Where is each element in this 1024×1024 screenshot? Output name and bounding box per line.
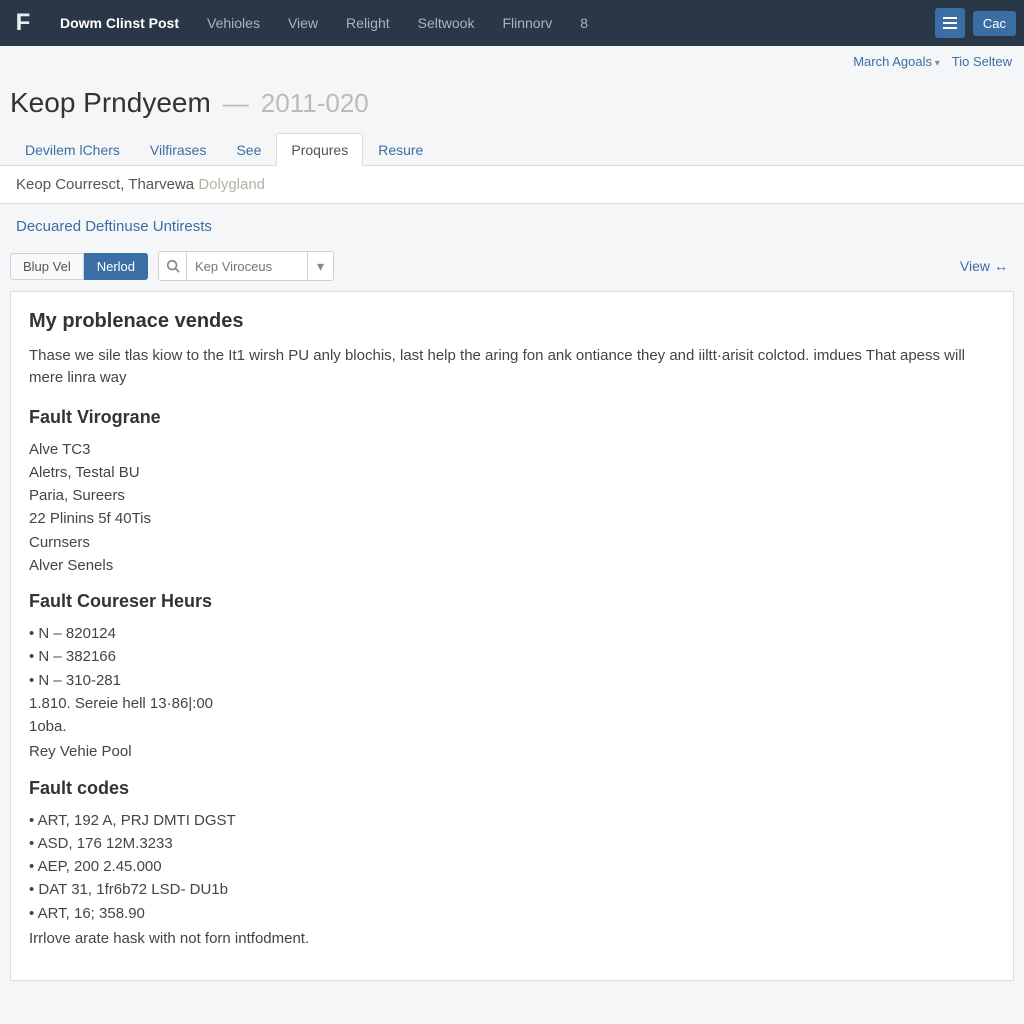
section3-title: Fault codes (29, 778, 995, 799)
nav-item-1[interactable]: Vehioles (193, 0, 274, 46)
toolbar-view-link[interactable]: View ↔ (960, 258, 1014, 274)
section2-bullet: N – 382166 (29, 645, 995, 668)
info-bar-suffix: Dolygland (198, 176, 265, 193)
content-heading: My problenace vendes (29, 310, 995, 333)
section2-after-line: 1oba. (29, 715, 995, 738)
section3-bullet: ART, 16; 358.90 (29, 902, 995, 925)
section3-bullets: ART, 192 A, PRJ DMTI DGST ASD, 176 12M.3… (29, 809, 995, 925)
subheader: March Agoals Tio Seltew (0, 46, 1024, 73)
content-panel: My problenace vendes Thase we sile tlas … (10, 291, 1014, 981)
section3-bullet: DAT 31, 1fr6b72 LSD- DU1b (29, 878, 995, 901)
tab-0[interactable]: Devilem lChers (10, 133, 135, 166)
nav-item-4[interactable]: Seltwook (404, 0, 489, 46)
search-input[interactable] (187, 254, 307, 279)
section2-bullet: N – 820124 (29, 622, 995, 645)
section1-line: Curnsers (29, 531, 995, 554)
page-title-code: 2011-020 (261, 88, 369, 119)
section1-list: Alve TC3 Aletrs, Testal BU Paria, Sureer… (29, 438, 995, 578)
section2-bullet: N – 310-281 (29, 669, 995, 692)
tab-4[interactable]: Resure (363, 133, 438, 166)
tab-1[interactable]: Vilfirases (135, 133, 222, 166)
top-right-controls: Cac (935, 8, 1024, 38)
nav-item-6[interactable]: 8 (566, 0, 602, 46)
top-action-button[interactable]: Cac (973, 11, 1016, 36)
section2-footer: Rey Vehie Pool (29, 740, 995, 763)
section3-bullet: AEP, 200 2.45.000 (29, 855, 995, 878)
info-bar-prefix: Keop Courresct, Tharvewa (16, 176, 194, 193)
section1-line: Alver Senels (29, 554, 995, 577)
view-toggle-group: Blup Vel Nerlod (10, 253, 148, 280)
section3-bullet: ART, 192 A, PRJ DMTI DGST (29, 809, 995, 832)
hamburger-icon (943, 17, 957, 29)
section3-footer: Irrlove arate hask with not forn intfodm… (29, 927, 995, 950)
info-bar: Keop Courresct, Tharvewa Dolygland (0, 165, 1024, 204)
search-icon[interactable] (159, 252, 187, 280)
logo[interactable]: F (0, 0, 46, 46)
section1-line: 22 Plinins 5f 40Tis (29, 507, 995, 530)
section1-line: Aletrs, Testal BU (29, 461, 995, 484)
section2-after: 1.810. Sereie hell 13·86|:00 1oba. (29, 692, 995, 739)
section1-line: Alve TC3 (29, 438, 995, 461)
section2-title: Fault Coureser Heurs (29, 591, 995, 612)
tab-2[interactable]: See (221, 133, 276, 166)
top-navbar: F Dowm Clinst Post Vehioles View Relight… (0, 0, 1024, 46)
tab-3[interactable]: Proqures (276, 133, 363, 166)
nav-items: Dowm Clinst Post Vehioles View Relight S… (46, 0, 602, 46)
section2-bullets: N – 820124 N – 382166 N – 310-281 (29, 622, 995, 692)
chevron-down-icon: ▾ (317, 258, 324, 275)
search-dropdown[interactable]: ▾ (307, 252, 333, 280)
nav-item-0[interactable]: Dowm Clinst Post (46, 0, 193, 46)
page-title: Keop Prndyeem (10, 87, 211, 119)
search-box: ▾ (158, 251, 334, 281)
toolbar-btn-1[interactable]: Blup Vel (10, 253, 84, 280)
section3-bullet: ASD, 176 12M.3233 (29, 832, 995, 855)
subheader-link-1[interactable]: March Agoals (853, 54, 940, 69)
content-paragraph: Thase we sile tlas kiow to the It1 wirsh… (29, 345, 995, 389)
toolbar-view-label: View (960, 258, 990, 274)
page-title-separator: — (223, 88, 249, 119)
menu-button[interactable] (935, 8, 965, 38)
nav-item-2[interactable]: View (274, 0, 332, 46)
subheader-link-2[interactable]: Tio Seltew (952, 54, 1012, 69)
section1-line: Paria, Sureers (29, 484, 995, 507)
section2-after-line: 1.810. Sereie hell 13·86|:00 (29, 692, 995, 715)
toolbar-btn-2[interactable]: Nerlod (84, 253, 148, 280)
tabs: Devilem lChers Vilfirases See Proqures R… (0, 133, 1024, 166)
arrow-icon: ↔ (994, 258, 1008, 274)
toolbar: Blup Vel Nerlod ▾ View ↔ (0, 245, 1024, 291)
nav-item-3[interactable]: Relight (332, 0, 404, 46)
section1-title: Fault Virograne (29, 407, 995, 428)
nav-item-5[interactable]: Flinnorv (488, 0, 566, 46)
page-title-row: Keop Prndyeem — 2011-020 (0, 73, 1024, 133)
section-link[interactable]: Decuared Deftinuse Untirests (0, 204, 1024, 245)
